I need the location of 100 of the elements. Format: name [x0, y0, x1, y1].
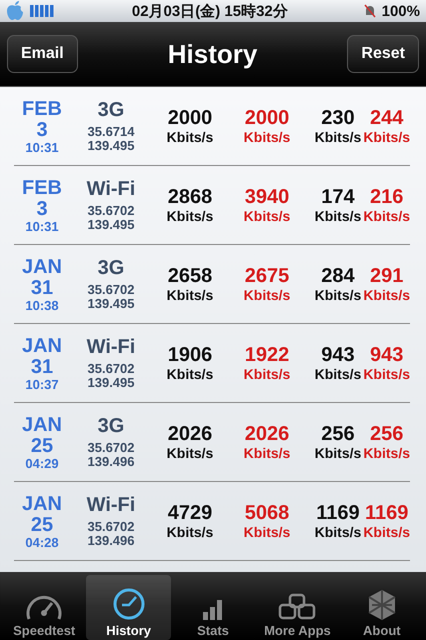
speed-unit: Kbits/s [363, 366, 410, 382]
screen-title: History [168, 38, 258, 70]
tab[interactable]: History [86, 575, 171, 640]
time: 04:29 [25, 456, 59, 470]
latitude: 35.6702 [88, 440, 134, 454]
speed-unit: Kbits/s [244, 208, 290, 224]
download-speed: 5068 [244, 502, 290, 524]
speed-unit: Kbits/s [363, 128, 410, 144]
month: JAN [22, 336, 62, 356]
download-speed: 2026 [168, 424, 212, 444]
network-type: Wi-Fi [86, 494, 136, 516]
speed-unit: Kbits/s [314, 366, 362, 382]
speed-unit: Kbits/s [166, 366, 214, 382]
download-speed: 2658 [168, 266, 212, 286]
speed-unit: Kbits/s [314, 208, 362, 224]
download-speed: 1906 [168, 344, 212, 366]
day: 31 [30, 356, 54, 378]
time: 10:38 [25, 298, 59, 312]
month: JAN [22, 494, 62, 514]
time: 10:31 [25, 140, 59, 154]
upload-speed: 256 [321, 424, 355, 444]
clock-icon [112, 587, 146, 621]
download-speed: 2026 [244, 424, 290, 444]
day: 25 [30, 514, 54, 536]
gauge-icon [25, 593, 64, 621]
longitude: 139.496 [88, 454, 134, 468]
latitude: 35.6714 [88, 124, 134, 138]
month: JAN [22, 256, 62, 278]
download-speed: 2000 [168, 108, 212, 128]
speed-unit: Kbits/s [363, 286, 410, 302]
speed-unit: Kbits/s [244, 128, 290, 144]
muted-bell-icon [364, 4, 376, 18]
speed-unit: Kbits/s [166, 524, 214, 540]
upload-speed: 1169 [316, 502, 360, 524]
speed-unit: Kbits/s [166, 444, 214, 460]
boxes-icon [277, 593, 318, 621]
download-speed: 4729 [168, 502, 212, 524]
download-speed: 1922 [244, 344, 290, 366]
month: FEB [22, 98, 62, 120]
upload-speed: 216 [370, 186, 404, 208]
speed-unit: Kbits/s [314, 286, 362, 302]
time: 10:37 [25, 378, 59, 390]
download-speed: 2868 [168, 186, 212, 208]
day: 3 [36, 198, 48, 220]
speed-unit: Kbits/s [166, 128, 214, 144]
signal-icon [30, 5, 56, 17]
email-button[interactable]: Email [7, 35, 78, 73]
day: 31 [30, 278, 54, 298]
date-time: 02月03日(金) 15時32分 [130, 2, 289, 20]
apple-icon [6, 1, 24, 21]
upload-speed: 291 [370, 266, 404, 286]
latitude: 35.6702 [88, 362, 134, 376]
upload-speed: 943 [370, 344, 404, 366]
download-speed: 2000 [244, 108, 290, 128]
upload-speed: 284 [321, 266, 355, 286]
speed-unit: Kbits/s [166, 208, 214, 224]
speed-unit: Kbits/s [244, 366, 290, 382]
longitude: 139.495 [88, 218, 134, 232]
upload-speed: 256 [370, 424, 404, 444]
speed-unit: Kbits/s [363, 208, 410, 224]
tab[interactable]: About [340, 575, 424, 640]
tab[interactable]: Speedtest [2, 575, 86, 640]
day: 25 [30, 436, 54, 456]
latitude: 35.6702 [88, 520, 134, 534]
time: 04:28 [25, 536, 59, 548]
speed-unit: Kbits/s [314, 444, 362, 460]
speed-unit: Kbits/s [244, 524, 290, 540]
reset-button[interactable]: Reset [347, 35, 419, 73]
upload-speed: 174 [321, 186, 355, 208]
time: 10:31 [25, 220, 59, 232]
longitude: 139.495 [88, 138, 134, 152]
day: 3 [36, 120, 48, 140]
globe-icon [366, 589, 398, 621]
download-speed: 2675 [244, 266, 290, 286]
network-type: 3G [98, 100, 124, 121]
speed-unit: Kbits/s [166, 286, 214, 302]
latitude: 35.6702 [88, 204, 134, 218]
upload-speed: 943 [321, 344, 355, 366]
speed-unit: Kbits/s [314, 128, 362, 144]
longitude: 139.496 [88, 534, 134, 548]
speed-unit: Kbits/s [244, 444, 290, 460]
month: JAN [22, 414, 62, 436]
download-speed: 3940 [244, 186, 290, 208]
network-type: Wi-Fi [86, 178, 136, 200]
upload-speed: 1169 [364, 502, 408, 524]
network-type: Wi-Fi [86, 336, 136, 358]
network-type: 3G [98, 416, 124, 437]
speed-unit: Kbits/s [244, 286, 290, 302]
longitude: 139.495 [88, 296, 134, 310]
speed-unit: Kbits/s [363, 444, 410, 460]
speed-unit: Kbits/s [314, 524, 362, 540]
upload-speed: 230 [321, 108, 355, 128]
upload-speed: 244 [370, 108, 404, 128]
tab[interactable]: Stats [170, 575, 256, 640]
battery-level: 100% [382, 2, 420, 20]
latitude: 35.6702 [88, 282, 134, 296]
network-type: 3G [98, 258, 124, 279]
tab[interactable]: More Apps [255, 575, 340, 640]
speed-unit: Kbits/s [363, 524, 410, 540]
month: FEB [22, 178, 62, 198]
